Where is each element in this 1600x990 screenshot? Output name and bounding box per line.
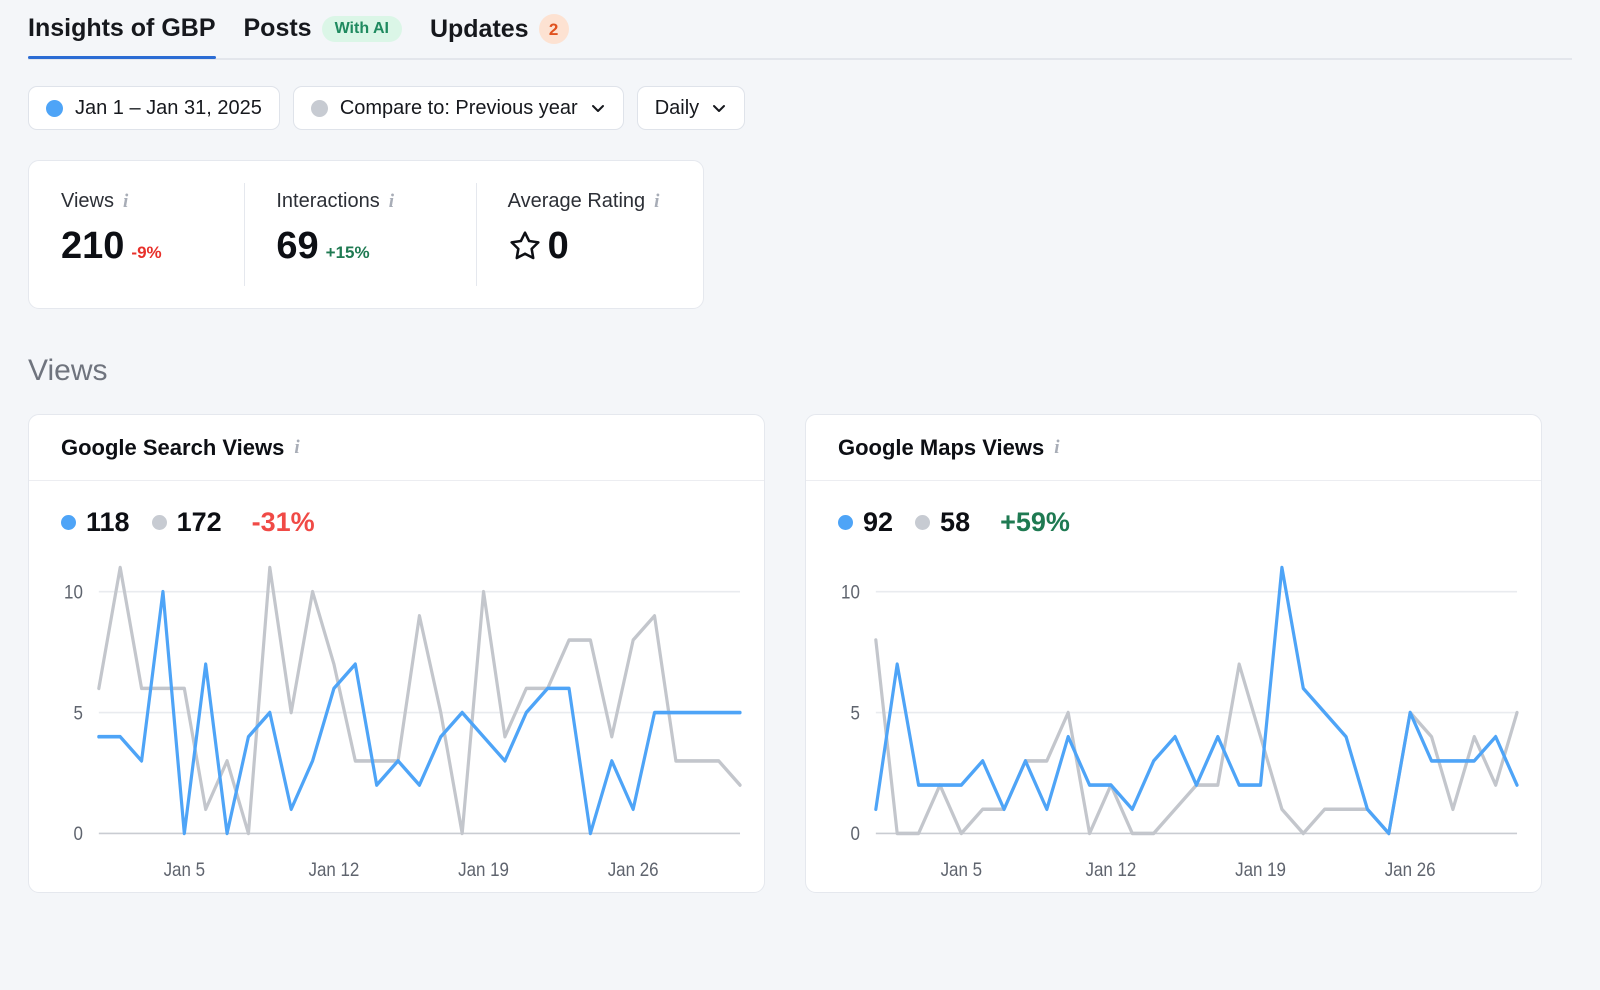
current-value: 118 [86,509,130,536]
metric-label: Views [61,191,114,211]
stat-current: 92 [838,509,893,536]
stat-current: 118 [61,509,130,536]
y-axis-tick-label: 10 [841,582,860,603]
metric-header: Views i [61,191,244,211]
tab-label: Posts [244,14,312,43]
metric-value-row: 210 -9% [61,227,244,265]
metric-delta: -9% [131,244,161,261]
metric-value: 0 [548,227,569,265]
y-axis-tick-label: 5 [850,702,859,723]
x-axis-tick-label: Jan 26 [1385,859,1436,880]
tab-updates[interactable]: Updates 2 [430,14,569,60]
chart-card-list: Google Search Views i 118 172 -31% 0 5 10 J… [0,388,1600,893]
previous-value: 172 [177,509,222,536]
metric-header: Average Rating i [508,191,703,211]
metric-interactions: Interactions i 69 +15% [244,161,475,308]
metric-value: 69 [276,227,318,265]
line-chart-google-maps-views: 0 5 10 Jan 5 Jan 12 Jan 19 Jan 26 [814,554,1525,892]
with-ai-badge: With AI [322,16,402,42]
metric-header: Interactions i [276,191,475,211]
current-period-dot-icon [46,100,63,117]
y-axis-tick-label: 0 [73,823,82,844]
y-axis-tick-label: 5 [73,702,82,723]
x-axis-tick-label: Jan 26 [608,859,659,880]
summary-card: Views i 210 -9% Interactions i 69 +15% A… [28,160,704,309]
section-title-views: Views [28,354,1572,388]
previous-period-dot-icon [152,515,167,530]
metric-label: Interactions [276,191,379,211]
previous-value: 58 [940,509,970,536]
compare-to-dropdown[interactable]: Compare to: Previous year [293,86,624,130]
current-period-dot-icon [61,515,76,530]
insights-page: Insights of GBP Posts With AI Updates 2 … [0,0,1600,990]
tab-label: Insights of GBP [28,14,216,43]
x-axis-tick-label: Jan 12 [308,859,359,880]
metric-value: 210 [61,227,124,265]
card-stats: 92 58 +59% [806,481,1541,536]
stat-previous: 58 [915,509,970,536]
chevron-down-icon [590,100,606,116]
x-axis-tick-label: Jan 5 [941,859,982,880]
current-value: 92 [863,509,893,536]
date-range-label: Jan 1 – Jan 31, 2025 [75,97,262,120]
granularity-label: Daily [655,97,699,120]
date-range-picker[interactable]: Jan 1 – Jan 31, 2025 [28,86,280,130]
updates-count-badge: 2 [539,14,569,44]
series-line-current [876,568,1517,834]
line-chart-google-search-views: 0 5 10 Jan 5 Jan 12 Jan 19 Jan 26 [37,554,748,892]
chart-area: 0 5 10 Jan 5 Jan 12 Jan 19 Jan 26 [29,536,764,892]
tab-label: Updates [430,15,529,44]
info-icon[interactable]: i [654,192,659,211]
filter-bar: Jan 1 – Jan 31, 2025 Compare to: Previou… [0,60,1600,130]
change-percent: +59% [1000,509,1070,536]
info-icon[interactable]: i [1054,438,1059,457]
stat-previous: 172 [152,509,222,536]
card-stats: 118 172 -31% [29,481,764,536]
compare-to-label: Compare to: Previous year [340,97,578,120]
tab-insights-of-gbp[interactable]: Insights of GBP [28,14,216,59]
metric-value-row: 69 +15% [276,227,475,265]
metric-label: Average Rating [508,191,646,211]
x-axis-tick-label: Jan 12 [1085,859,1136,880]
chevron-down-icon [711,100,727,116]
star-icon [508,229,542,263]
metric-value-row: 0 [508,227,703,265]
card-google-maps-views: Google Maps Views i 92 58 +59% 0 5 10 Jan 5… [805,414,1542,893]
info-icon[interactable]: i [123,192,128,211]
compare-period-dot-icon [311,100,328,117]
x-axis-tick-label: Jan 19 [458,859,509,880]
tab-bar: Insights of GBP Posts With AI Updates 2 [0,0,1600,60]
metric-views: Views i 210 -9% [29,161,244,308]
series-line-previous [99,568,740,834]
change-percent: -31% [252,509,315,536]
y-axis-tick-label: 0 [850,823,859,844]
info-icon[interactable]: i [389,192,394,211]
x-axis-tick-label: Jan 5 [164,859,205,880]
card-title: Google Maps Views [838,435,1044,461]
x-axis-tick-label: Jan 19 [1235,859,1286,880]
y-axis-tick-label: 10 [64,582,83,603]
granularity-dropdown[interactable]: Daily [637,86,745,130]
card-google-search-views: Google Search Views i 118 172 -31% 0 5 10 J… [28,414,765,893]
previous-period-dot-icon [915,515,930,530]
card-header: Google Maps Views i [806,415,1541,481]
current-period-dot-icon [838,515,853,530]
info-icon[interactable]: i [294,438,299,457]
card-title: Google Search Views [61,435,284,461]
chart-area: 0 5 10 Jan 5 Jan 12 Jan 19 Jan 26 [806,536,1541,892]
metric-delta: +15% [326,244,370,261]
card-header: Google Search Views i [29,415,764,481]
tab-posts[interactable]: Posts With AI [244,14,402,59]
metric-average-rating: Average Rating i 0 [476,161,703,308]
